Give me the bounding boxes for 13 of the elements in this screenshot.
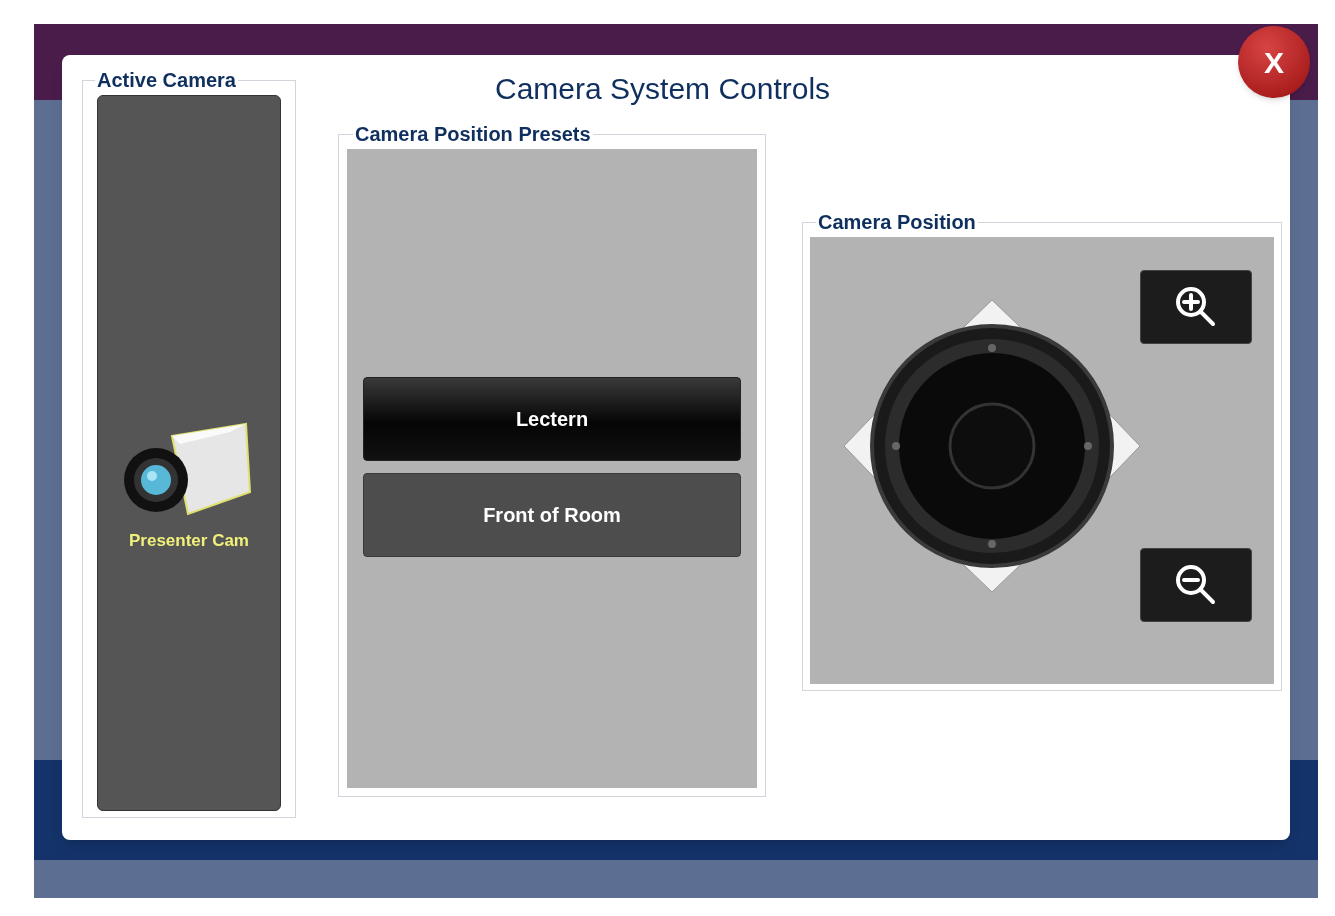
zoom-in-button[interactable] xyxy=(1140,269,1252,344)
camera-label: Presenter Cam xyxy=(129,530,249,553)
panel-title: Camera Position xyxy=(817,210,977,235)
panel-title: Active Camera xyxy=(96,68,237,93)
preset-button[interactable]: Front of Room xyxy=(363,472,741,557)
panel-title: Camera Position Presets xyxy=(354,122,592,147)
preset-button[interactable]: Lectern xyxy=(363,376,741,461)
joystick-control[interactable] xyxy=(844,299,1140,592)
camera-button[interactable]: Presenter Cam xyxy=(122,422,256,554)
zoom-out-icon xyxy=(1174,562,1218,607)
dialog-title: Camera System Controls xyxy=(495,71,832,107)
zoom-out-button[interactable] xyxy=(1140,547,1252,622)
zoom-in-icon xyxy=(1174,284,1218,329)
